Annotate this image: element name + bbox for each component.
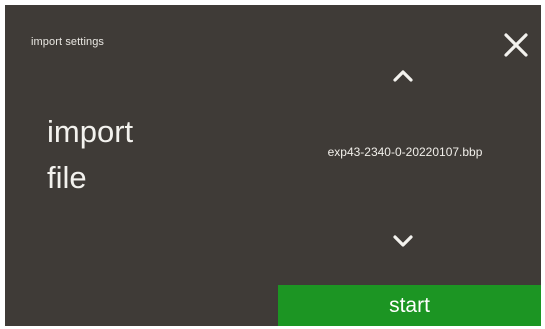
chevron-down-icon — [383, 223, 423, 259]
start-button[interactable]: start — [278, 285, 541, 326]
scroll-up-button[interactable] — [383, 58, 423, 94]
chevron-up-icon — [383, 58, 423, 94]
selected-file-name: exp43-2340-0-20220107.bbp — [327, 145, 483, 159]
close-icon — [500, 29, 532, 61]
import-settings-screen: import settings import file exp43-2340-0… — [5, 5, 541, 326]
file-label-line: file — [47, 160, 87, 195]
import-label-line: import — [47, 114, 134, 149]
screen-title: import settings — [31, 36, 105, 48]
import-file-label: import file — [47, 109, 133, 201]
close-button[interactable] — [500, 29, 532, 61]
scroll-down-button[interactable] — [383, 223, 423, 259]
